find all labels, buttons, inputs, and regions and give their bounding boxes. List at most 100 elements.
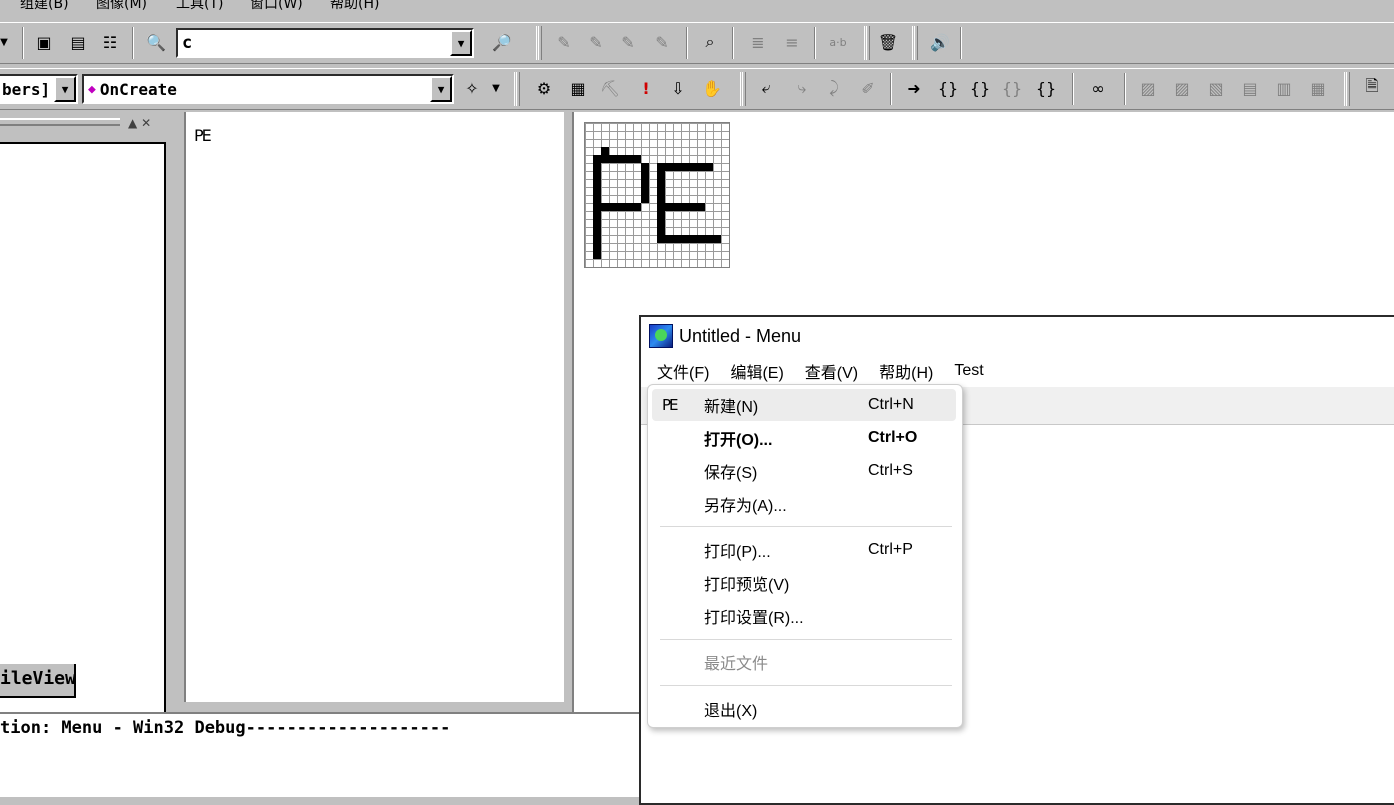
class-combo-value: bers]: [2, 79, 51, 99]
toolbar-separator: [890, 73, 892, 105]
bitmap-pixel: [665, 235, 721, 243]
menu-item-label: 保存(S): [704, 465, 758, 482]
app-icon[interactable]: [649, 324, 673, 348]
toolbar-grip[interactable]: [536, 26, 542, 60]
indent-icon[interactable]: ≣: [746, 30, 770, 54]
disassembly-icon[interactable]: ▦: [1306, 76, 1330, 100]
menu-item-new[interactable]: PE 新建(N) Ctrl+N: [652, 389, 956, 421]
bitmap-pixel: [665, 203, 705, 211]
run-to-cursor-icon[interactable]: {}: [1034, 76, 1058, 100]
menu-item-exit[interactable]: 退出(X): [652, 693, 956, 725]
find-in-files-icon[interactable]: 🔍: [144, 30, 168, 54]
variables-icon[interactable]: ▨: [1170, 76, 1194, 100]
apply-changes-icon[interactable]: ✐: [856, 76, 880, 100]
unindent-icon[interactable]: ≡: [780, 30, 804, 54]
toolbar-grip[interactable]: [1344, 72, 1350, 106]
function-combo[interactable]: ◆ OnCreate ▼: [82, 74, 454, 104]
bitmap-pixel: [601, 203, 641, 211]
stop-build-icon[interactable]: ⛏: [598, 76, 622, 100]
app-menu-test[interactable]: Test: [954, 362, 983, 380]
go-icon[interactable]: ⇩: [666, 76, 690, 100]
speaker-icon[interactable]: 🔊: [928, 30, 952, 54]
next-bookmark-icon[interactable]: ✎: [584, 30, 608, 54]
chevron-down-icon[interactable]: ▼: [450, 30, 472, 56]
menu-item-print-preview[interactable]: 打印预览(V): [652, 567, 956, 599]
toolbar-grip[interactable]: [912, 26, 918, 60]
close-icon[interactable]: ✕: [141, 116, 151, 130]
find-icon[interactable]: 🔎: [490, 30, 514, 54]
find-combo-value: c: [182, 33, 193, 53]
clear-bookmarks-icon[interactable]: ✎: [650, 30, 674, 54]
toolbar-grip[interactable]: [740, 72, 746, 106]
prev-bookmark-icon[interactable]: ✎: [616, 30, 640, 54]
class-combo[interactable]: bers] ▼: [0, 74, 78, 104]
chevron-down-icon[interactable]: ▼: [430, 76, 452, 102]
menu-item-label: 另存为(A)...: [704, 498, 787, 515]
toolbar-grip[interactable]: [514, 72, 520, 106]
tab-fileview[interactable]: ileView: [0, 664, 76, 698]
stop-debug-icon[interactable]: ⤷: [790, 76, 814, 100]
menu-window[interactable]: 窗口(W): [250, 0, 303, 13]
workspace-header-buttons: ▲ ✕: [128, 116, 151, 130]
menu-item-label: 最近文件: [704, 656, 769, 673]
output-window-icon[interactable]: ▤: [66, 30, 90, 54]
breakpoint-hand-icon[interactable]: ✋: [700, 76, 724, 100]
menu-item-print[interactable]: 打印(P)... Ctrl+P: [652, 534, 956, 566]
window-list-icon[interactable]: ☷: [98, 30, 122, 54]
compile-icon[interactable]: ⚙: [532, 76, 556, 100]
find-combo[interactable]: c ▼: [176, 28, 474, 58]
registers-icon[interactable]: ▧: [1204, 76, 1228, 100]
show-next-statement-icon[interactable]: ➜: [902, 76, 926, 100]
ide-menubar: 组建(B) 图像(M) 工具(T) 窗口(W) 帮助(H): [0, 0, 1394, 14]
new-file-icon[interactable]: 🗎: [1360, 76, 1384, 100]
app-menu-file[interactable]: 文件(F): [657, 359, 709, 383]
restore-icon[interactable]: ▲: [128, 116, 137, 130]
chevron-down-icon[interactable]: ▼: [54, 76, 76, 102]
app-menu-edit[interactable]: 编辑(E): [730, 359, 783, 383]
binoculars-icon[interactable]: ⌕: [698, 30, 722, 54]
resource-item[interactable]: PE: [194, 126, 212, 145]
toolbar-separator: [22, 27, 24, 59]
whitespace-icon[interactable]: a·b: [826, 30, 850, 54]
bookmark-icon[interactable]: ✎: [552, 30, 576, 54]
step-into-icon[interactable]: {}: [936, 76, 960, 100]
bitmap-canvas[interactable]: [584, 122, 730, 268]
watch-icon[interactable]: ▨: [1136, 76, 1160, 100]
quickwatch-glasses-icon[interactable]: ∞: [1086, 76, 1110, 100]
menu-item-shortcut: Ctrl+P: [868, 541, 913, 558]
memory-icon[interactable]: ▤: [1238, 76, 1262, 100]
toolbar-grip[interactable]: [864, 26, 870, 60]
execute-icon[interactable]: !: [634, 76, 658, 100]
call-stack-icon[interactable]: ▥: [1272, 76, 1296, 100]
menu-build[interactable]: 组建(B): [20, 0, 69, 13]
app-menu-help[interactable]: 帮助(H): [879, 359, 933, 383]
ide-toolbar-wizardbar: bers] ▼ ◆ OnCreate ▼ ✧ ▼ ⚙ ▦ ⛏ ! ⇩ ✋ ⤶ ⤷…: [0, 68, 1394, 110]
workspace-header-bar[interactable]: [0, 118, 120, 126]
toolbar-separator: [960, 27, 962, 59]
file-menu-dropdown: PE 新建(N) Ctrl+N 打开(O)... Ctrl+O 保存(S) Ct…: [647, 384, 963, 728]
app-menu-view[interactable]: 查看(V): [805, 359, 858, 383]
menu-item-save-as[interactable]: 另存为(A)...: [652, 488, 956, 520]
menu-item-print-setup[interactable]: 打印设置(R)...: [652, 600, 956, 632]
bitmap-pixel: [665, 163, 713, 171]
wand-dropdown-icon[interactable]: ▼: [484, 76, 508, 100]
step-out-icon[interactable]: {}: [1000, 76, 1024, 100]
ide-toolbar-standard: ▼ ▣ ▤ ☷ 🔍 c ▼ 🔎 ✎ ✎ ✎ ✎ ⌕ ≣ ≡ a·b 🗑 🔊: [0, 22, 1394, 64]
menu-image[interactable]: 图像(M): [96, 0, 147, 13]
break-icon[interactable]: ⤸: [822, 76, 846, 100]
app-title: Untitled - Menu: [679, 325, 802, 346]
menu-separator: [660, 685, 952, 686]
menu-tools[interactable]: 工具(T): [176, 0, 223, 13]
bitmap-pixel: [601, 147, 609, 155]
trash-icon[interactable]: 🗑: [876, 30, 900, 54]
magic-wand-icon[interactable]: ✧: [460, 76, 484, 100]
build-icon[interactable]: ▦: [566, 76, 590, 100]
menu-item-save[interactable]: 保存(S) Ctrl+S: [652, 455, 956, 487]
step-over-icon[interactable]: {}: [968, 76, 992, 100]
restart-icon[interactable]: ⤶: [754, 76, 778, 100]
dropdown-arrow-icon[interactable]: ▼: [0, 30, 16, 54]
menu-item-open[interactable]: 打开(O)... Ctrl+O: [652, 422, 956, 454]
app-titlebar[interactable]: Untitled - Menu: [641, 317, 1394, 355]
menu-help[interactable]: 帮助(H): [330, 0, 379, 13]
workspace-window-icon[interactable]: ▣: [32, 30, 56, 54]
